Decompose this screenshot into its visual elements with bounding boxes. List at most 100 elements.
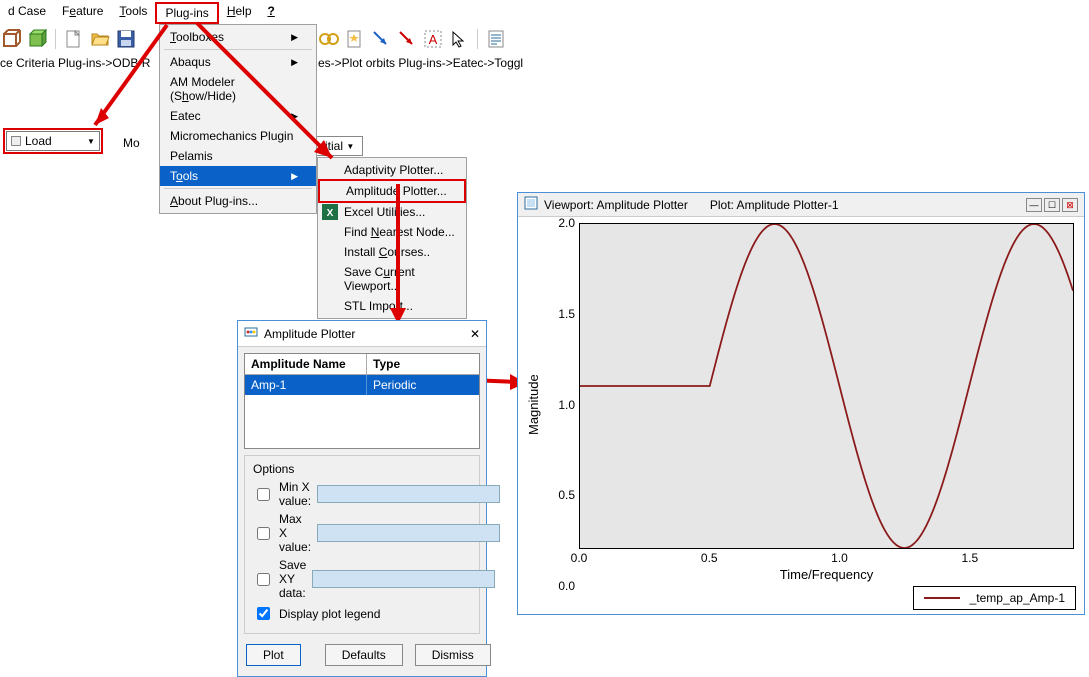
dialog-titlebar[interactable]: Amplitude Plotter ✕ xyxy=(238,321,486,347)
menu-bar: d Case Feature Tools Plug-ins Help ? xyxy=(0,2,283,24)
x-tick-label: 0.0 xyxy=(571,551,588,565)
cell-name: Amp-1 xyxy=(245,375,367,395)
minx-label: Min X value: xyxy=(279,480,311,508)
menu-feature[interactable]: Feature xyxy=(54,2,111,24)
x-tick-label: 0.5 xyxy=(701,551,718,565)
menu-item-abaqus[interactable]: Abaqus▶ xyxy=(160,52,316,72)
plot-button[interactable]: Plot xyxy=(246,644,301,666)
maxx-label: Max X value: xyxy=(279,512,311,554)
menu-item-micromechanics[interactable]: Micromechanics Plugin xyxy=(160,126,316,146)
maximize-icon[interactable]: ☐ xyxy=(1044,198,1060,212)
excel-icon: X xyxy=(322,204,338,220)
menu-item-excel[interactable]: XExcel Utilities... xyxy=(318,202,466,222)
col-amplitude-name: Amplitude Name xyxy=(245,354,367,374)
maxx-field[interactable] xyxy=(317,524,500,542)
menu-item-save-viewport[interactable]: Save Current Viewport... xyxy=(318,262,466,296)
svg-text:A: A xyxy=(429,32,438,47)
minimize-icon[interactable]: — xyxy=(1026,198,1042,212)
menu-tools[interactable]: Tools xyxy=(111,2,155,24)
dialog-title: Amplitude Plotter xyxy=(264,327,355,341)
cell-type: Periodic xyxy=(367,375,479,395)
menu-plugins[interactable]: Plug-ins xyxy=(155,2,218,24)
amplitude-plotter-dialog: Amplitude Plotter ✕ Amplitude Name Type … xyxy=(237,320,487,677)
menu-item-stl-import[interactable]: STL Import... xyxy=(318,296,466,316)
viewport-app-icon xyxy=(524,196,538,213)
options-label: Options xyxy=(253,462,471,476)
options-group: Options Min X value: Max X value: Save X… xyxy=(244,455,480,634)
open-folder-icon[interactable] xyxy=(89,28,111,50)
close-icon[interactable]: ✕ xyxy=(470,327,480,341)
blue-arrow-icon[interactable] xyxy=(370,28,392,50)
cursor-icon[interactable] xyxy=(448,28,470,50)
menu-item-tools[interactable]: Tools▶ xyxy=(160,166,316,186)
savexy-checkbox[interactable] xyxy=(257,573,270,586)
dialog-app-icon xyxy=(244,325,258,342)
itial-dropdown[interactable]: itial ▼ xyxy=(316,136,363,156)
close-icon[interactable]: ⊠ xyxy=(1062,198,1078,212)
red-arrow-icon[interactable] xyxy=(396,28,418,50)
save-icon[interactable] xyxy=(115,28,137,50)
toolbar xyxy=(0,28,137,50)
y-tick-label: 1.5 xyxy=(558,307,575,321)
legend-text: _temp_ap_Amp-1 xyxy=(970,591,1065,605)
chart-curve xyxy=(580,224,1073,548)
submenu-arrow-icon: ▶ xyxy=(291,111,298,122)
page-star-icon[interactable] xyxy=(344,28,366,50)
viewport-title-2: Plot: Amplitude Plotter-1 xyxy=(710,198,839,212)
menu-item-adaptivity[interactable]: Adaptivity Plotter... xyxy=(318,160,466,180)
new-doc-icon[interactable] xyxy=(63,28,85,50)
menu-item-toolboxes[interactable]: Toolboxes▶ xyxy=(160,27,316,47)
minx-field[interactable] xyxy=(317,485,500,503)
menu-dcase[interactable]: d Case xyxy=(0,2,54,24)
stepper-up-icon[interactable] xyxy=(11,136,21,146)
submenu-arrow-icon: ▶ xyxy=(291,171,298,182)
menu-item-install-courses[interactable]: Install Courses.. xyxy=(318,242,466,262)
x-axis-label: Time/Frequency xyxy=(579,567,1074,586)
maxx-checkbox[interactable] xyxy=(257,527,270,540)
viewport-panel: Viewport: Amplitude Plotter Plot: Amplit… xyxy=(517,192,1085,615)
y-tick-label: 2.0 xyxy=(558,216,575,230)
menu-item-eatec[interactable]: Eatec▶ xyxy=(160,106,316,126)
legend-swatch-icon xyxy=(924,597,960,599)
mo-label: Mo xyxy=(123,136,140,150)
x-tick-label: 1.5 xyxy=(961,551,978,565)
viewport-titlebar[interactable]: Viewport: Amplitude Plotter Plot: Amplit… xyxy=(518,193,1084,217)
table-row[interactable]: Amp-1 Periodic xyxy=(245,375,479,395)
menu-item-am-modeler[interactable]: AM Modeler (Show/Hide) xyxy=(160,72,316,106)
legend-checkbox[interactable] xyxy=(257,607,270,620)
plugins-menu: Toolboxes▶ Abaqus▶ AM Modeler (Show/Hide… xyxy=(159,24,317,214)
x-tick-label: 1.0 xyxy=(831,551,848,565)
text-a-icon[interactable]: A xyxy=(422,28,444,50)
defaults-button[interactable]: Defaults xyxy=(325,644,403,666)
menu-item-amplitude-plotter[interactable]: Amplitude Plotter... xyxy=(318,179,466,203)
y-tick-label: 0.0 xyxy=(558,579,575,593)
submenu-arrow-icon: ▶ xyxy=(291,32,298,43)
y-tick-label: 1.0 xyxy=(558,398,575,412)
breadcrumb-left: ce Criteria Plug-ins->ODB R xyxy=(0,56,150,70)
submenu-arrow-icon: ▶ xyxy=(291,57,298,68)
rings-icon[interactable] xyxy=(318,28,340,50)
menu-item-pelamis[interactable]: Pelamis xyxy=(160,146,316,166)
cube-green-icon[interactable] xyxy=(26,28,48,50)
y-axis-label: Magnitude xyxy=(524,223,543,586)
toolbar-right: A xyxy=(318,28,507,50)
svg-text:X: X xyxy=(327,208,334,219)
dismiss-button[interactable]: Dismiss xyxy=(415,644,491,666)
load-label: Load xyxy=(25,134,83,148)
load-module-selector[interactable]: Load ▼ xyxy=(3,128,103,154)
menu-help[interactable]: Help xyxy=(219,2,260,24)
chevron-down-icon[interactable]: ▼ xyxy=(87,137,95,146)
savexy-field[interactable] xyxy=(312,570,495,588)
col-type: Type xyxy=(367,354,479,374)
amplitude-table[interactable]: Amplitude Name Type Amp-1 Periodic xyxy=(244,353,480,449)
menu-item-find-nearest[interactable]: Find Nearest Node... xyxy=(318,222,466,242)
tools-submenu: Adaptivity Plotter... Amplitude Plotter.… xyxy=(317,157,467,319)
chevron-down-icon: ▼ xyxy=(346,142,354,151)
minx-checkbox[interactable] xyxy=(257,488,270,501)
menu-item-about-plugins[interactable]: About Plug-ins... xyxy=(160,191,316,211)
page-lines-icon[interactable] xyxy=(485,28,507,50)
cube-brown-icon[interactable] xyxy=(0,28,22,50)
menu-question[interactable]: ? xyxy=(260,2,283,24)
savexy-label: Save XY data: xyxy=(279,558,306,600)
chart-legend: _temp_ap_Amp-1 xyxy=(913,586,1076,610)
